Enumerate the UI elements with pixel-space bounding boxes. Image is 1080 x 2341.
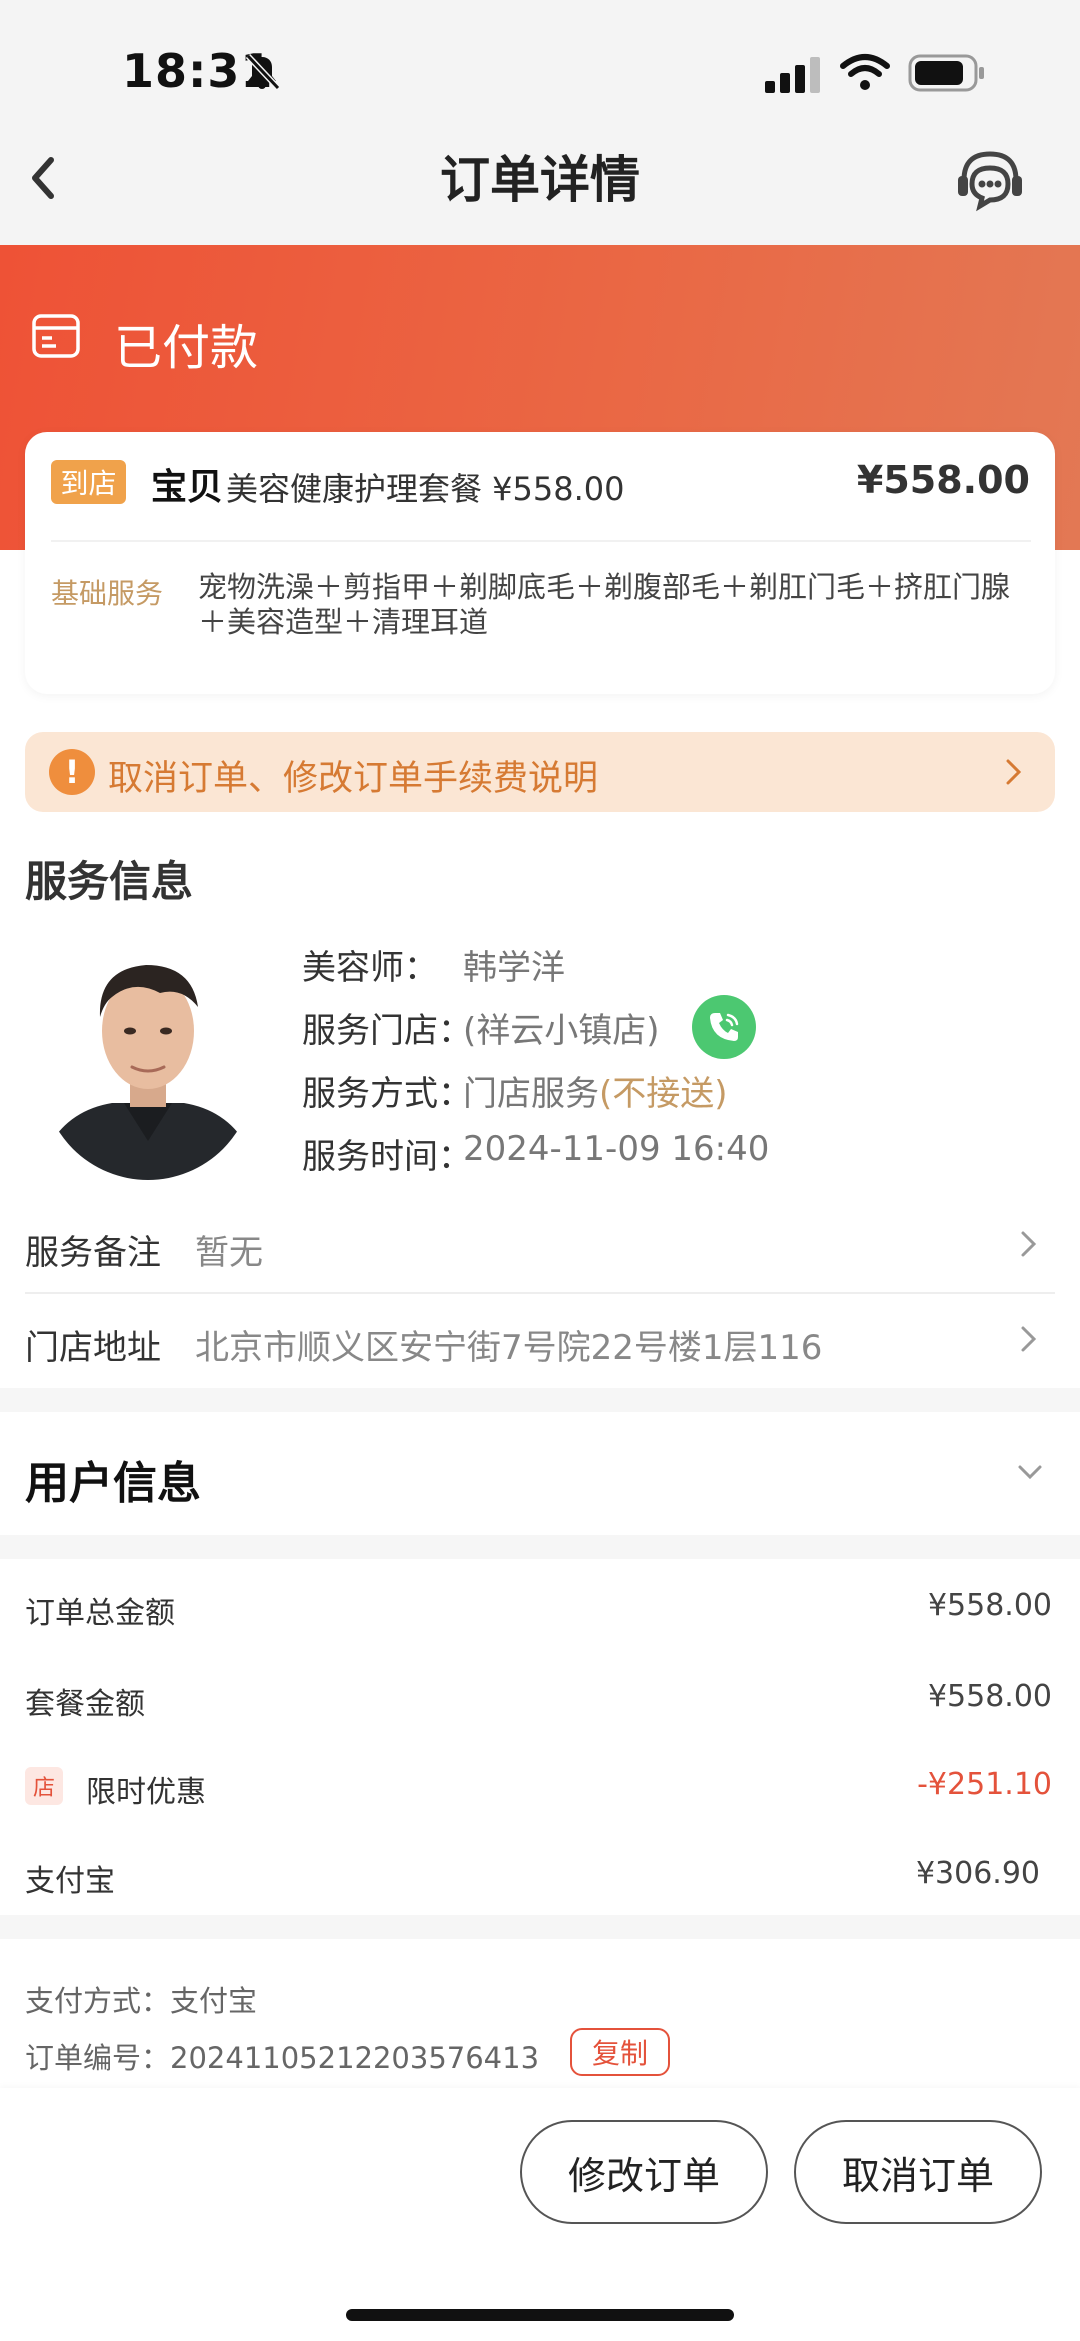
service-mode-label: 服务方式： (302, 1074, 472, 1114)
product-price: ¥558.00 (856, 458, 1030, 502)
cellular-signal-icon (765, 57, 820, 93)
base-service-label: 基础服务 (51, 577, 164, 610)
alipay-amount: ¥306.90 (915, 1856, 1040, 1891)
divider (51, 540, 1031, 542)
service-mode: 门店服务(不接送) (463, 1066, 728, 1115)
package-amount-value: ¥558.00 (927, 1679, 1052, 1714)
call-store-button[interactable] (692, 995, 756, 1059)
package-amount-label: 套餐金额 (25, 1687, 145, 1722)
headset-chat-icon (958, 151, 1022, 212)
alipay-label: 支付宝 (25, 1864, 115, 1899)
fee-notice-text: 取消订单、修改订单手续费说明 (108, 759, 599, 799)
beautician-name: 韩学洋 (463, 948, 565, 988)
order-total-label: 订单总金额 (25, 1596, 175, 1631)
service-mode-note: (不接送) (599, 1074, 728, 1114)
product-name: 美容健康护理套餐 ¥558.00 (226, 470, 625, 508)
user-info-title[interactable]: 用户信息 (25, 1447, 201, 1511)
beautician-avatar (42, 945, 254, 1180)
section-gap (0, 1535, 1080, 1559)
modify-order-button[interactable]: 修改订单 (520, 2120, 768, 2224)
payment-method-label: 支付方式： (25, 1984, 171, 2018)
section-gap (0, 1388, 1080, 1412)
battery-icon (908, 54, 984, 92)
phone-icon (710, 1013, 739, 1041)
remark-label[interactable]: 服务备注 (25, 1225, 161, 1274)
service-time-label: 服务时间： (302, 1137, 472, 1177)
order-number-label: 订单编号： (25, 2041, 171, 2075)
service-time: 2024-11-09 16:40 (463, 1129, 770, 1169)
paid-box-icon (32, 314, 80, 358)
service-info-title: 服务信息 (25, 857, 194, 906)
in-store-tag: 到店 (51, 460, 126, 504)
home-indicator[interactable] (346, 2309, 734, 2321)
service-mode-text: 门店服务 (463, 1074, 599, 1114)
cancel-order-button[interactable]: 取消订单 (794, 2120, 1042, 2224)
order-total-value: ¥558.00 (927, 1588, 1052, 1623)
payment-method-value: 支付宝 (170, 1984, 258, 2018)
chevron-right-icon[interactable] (1018, 1229, 1040, 1259)
store-address: 北京市顺义区安宁街7号院22号楼1层116 (195, 1328, 823, 1368)
wifi-icon (840, 54, 890, 90)
order-status-text: 已付款 (114, 320, 259, 376)
remark-value: 暂无 (195, 1233, 263, 1273)
order-number-value: 2024110521220357641­3 (170, 2041, 540, 2075)
store-discount-badge: 店 (25, 1767, 63, 1805)
base-service-items: 宠物洗澡＋剪指甲＋剃脚底毛＋剃腹部毛＋剃肛门毛＋挤肛门腺＋美容造型＋清理耳道 (198, 570, 1011, 639)
customer-service-button[interactable] (950, 140, 1030, 220)
chevron-right-icon (1006, 759, 1022, 785)
bell-muted-icon (245, 53, 281, 91)
order-number: 订单编号：2024110521220357641­3 (25, 2035, 539, 2077)
page-title: 订单详情 (440, 151, 640, 209)
chevron-right-icon[interactable] (1018, 1324, 1040, 1354)
divider (25, 1292, 1055, 1294)
address-label[interactable]: 门店地址 (25, 1320, 161, 1369)
warning-icon: ! (49, 749, 95, 795)
payment-method: 支付方式：支付宝 (25, 1978, 257, 2020)
discount-value: -¥251.10 (917, 1767, 1052, 1802)
store-name: (祥云小镇店) (463, 1011, 660, 1051)
section-gap (0, 1915, 1080, 1939)
product-brand: 宝贝 (151, 467, 224, 508)
chevron-down-icon[interactable] (1016, 1462, 1044, 1482)
store-label: 服务门店： (302, 1011, 472, 1051)
beautician-label: 美容师： (302, 948, 438, 988)
discount-label: 限时优惠 (86, 1775, 206, 1810)
copy-order-number-button[interactable]: 复制 (570, 2028, 670, 2076)
